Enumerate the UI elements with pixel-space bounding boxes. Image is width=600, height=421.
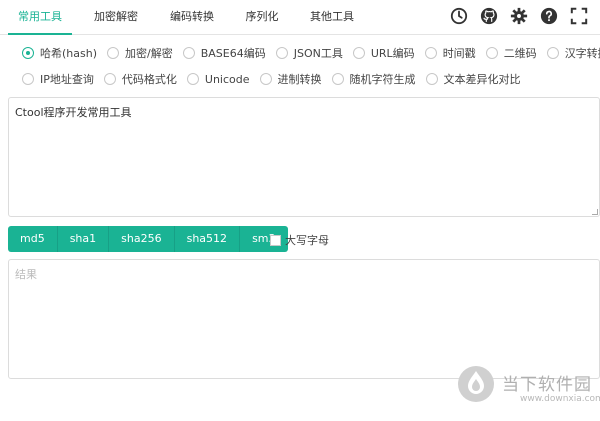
tab-other-tools[interactable]: 其他工具: [300, 0, 364, 35]
option-label: JSON工具: [293, 47, 343, 60]
help-icon[interactable]: [538, 5, 560, 27]
watermark-text-en: www.downxia.com: [520, 394, 600, 404]
hash-button-group: md5 sha1 sha256 sha512 sm3: [8, 226, 288, 252]
radio-icon: [103, 73, 116, 85]
option-label: URL编码: [370, 47, 415, 60]
watermark-text-cn: 当下软件园: [502, 375, 592, 395]
option-ip-lookup[interactable]: IP地址查询: [22, 71, 94, 87]
github-icon[interactable]: [478, 5, 500, 27]
options-row-1: 哈希(hash) 加密/解密 BASE64编码 JSON工具 URL编码 时间戳…: [22, 45, 600, 61]
fullscreen-icon[interactable]: [568, 5, 590, 27]
sha512-button[interactable]: sha512: [174, 226, 241, 252]
radio-icon: [424, 47, 437, 59]
option-label: 二维码: [503, 47, 537, 60]
option-unicode[interactable]: Unicode: [186, 72, 250, 86]
radio-icon: [259, 73, 272, 85]
watermark: 当下软件园 www.downxia.com: [456, 364, 600, 412]
option-label: IP地址查询: [40, 73, 94, 86]
radio-icon: [331, 73, 344, 85]
option-label: 加密/解密: [125, 47, 173, 60]
app-window: 常用工具 加密解密 编码转换 序列化 其他工具 哈希(hash) 加密/解密 B…: [0, 0, 600, 421]
option-label: BASE64编码: [200, 47, 266, 60]
radio-icon: [352, 47, 365, 59]
radio-icon: [546, 47, 559, 59]
radio-icon: [107, 47, 119, 59]
radio-icon: [186, 73, 199, 85]
options-row-2: IP地址查询 代码格式化 Unicode 进制转换 随机字符生成 文本差异化对比: [22, 71, 531, 87]
radio-checked-icon: [22, 47, 34, 59]
option-random-string[interactable]: 随机字符生成: [331, 71, 416, 87]
tab-common-tools[interactable]: 常用工具: [8, 0, 72, 35]
checkbox-icon: [270, 234, 281, 246]
uppercase-label: 大写字母: [285, 234, 329, 247]
option-label: Unicode: [204, 72, 250, 86]
output-textarea[interactable]: [8, 259, 600, 379]
option-encrypt-decrypt[interactable]: 加密/解密: [107, 45, 173, 61]
option-label: 哈希(hash): [40, 47, 97, 60]
tab-encoding-convert[interactable]: 编码转换: [160, 0, 224, 35]
option-text-diff[interactable]: 文本差异化对比: [425, 71, 521, 87]
input-textarea[interactable]: Ctool程序开发常用工具: [8, 97, 600, 217]
option-code-format[interactable]: 代码格式化: [103, 71, 177, 87]
radio-icon: [22, 73, 34, 85]
option-label: 汉字转拼音: [564, 47, 600, 60]
watermark-logo-icon: [458, 366, 494, 402]
resize-grip-icon[interactable]: [592, 209, 598, 215]
tab-serialize[interactable]: 序列化: [236, 0, 288, 35]
nav-icon-bar: [448, 5, 590, 27]
option-label: 随机字符生成: [349, 73, 416, 86]
option-json[interactable]: JSON工具: [275, 45, 343, 61]
radio-icon: [485, 47, 498, 59]
option-label: 进制转换: [277, 73, 322, 86]
option-label: 文本差异化对比: [443, 73, 521, 86]
radio-icon: [182, 47, 195, 59]
top-nav: 常用工具 加密解密 编码转换 序列化 其他工具: [0, 0, 600, 35]
uppercase-checkbox[interactable]: 大写字母: [270, 232, 329, 248]
option-timestamp[interactable]: 时间戳: [424, 45, 476, 61]
clock-icon[interactable]: [448, 5, 470, 27]
sha256-button[interactable]: sha256: [109, 226, 175, 252]
option-label: 代码格式化: [121, 73, 177, 86]
radio-icon: [425, 73, 438, 85]
radio-icon: [275, 47, 288, 59]
gear-icon[interactable]: [508, 5, 530, 27]
option-url-encode[interactable]: URL编码: [352, 45, 415, 61]
md5-button[interactable]: md5: [8, 226, 58, 252]
tab-encrypt-decrypt[interactable]: 加密解密: [84, 0, 148, 35]
option-base64[interactable]: BASE64编码: [182, 45, 266, 61]
sha1-button[interactable]: sha1: [57, 226, 110, 252]
option-pinyin[interactable]: 汉字转拼音: [546, 45, 600, 61]
option-hash[interactable]: 哈希(hash): [22, 45, 97, 61]
option-qrcode[interactable]: 二维码: [485, 45, 537, 61]
option-label: 时间戳: [442, 47, 476, 60]
option-base-convert[interactable]: 进制转换: [259, 71, 322, 87]
